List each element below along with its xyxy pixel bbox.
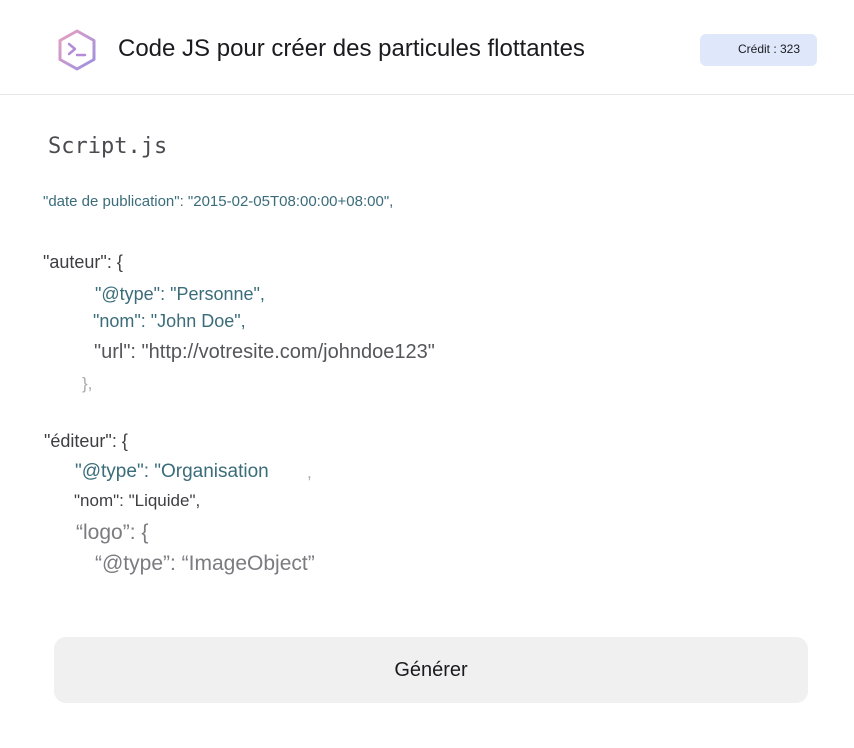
code-line: “@type”: “ImageObject”: [95, 552, 315, 575]
code-line: “logo”: {: [76, 521, 149, 544]
code-line: ,: [307, 463, 312, 482]
code-line: "@type": "Personne",: [95, 284, 265, 304]
code-line: "éditeur": {: [44, 431, 128, 451]
file-name: Script.js: [48, 134, 168, 159]
code-line: },: [82, 374, 93, 393]
code-line: "url": "http://votresite.com/johndoe123": [94, 341, 435, 363]
code-line: "auteur": {: [43, 252, 123, 272]
terminal-prompt-icon: [58, 29, 96, 71]
page-title: Code JS pour créer des particules flotta…: [118, 35, 585, 62]
code-line: "nom": "John Doe",: [93, 311, 246, 331]
app-header: Code JS pour créer des particules flotta…: [0, 0, 854, 95]
code-line: "nom": "Liquide",: [74, 491, 201, 510]
generate-button[interactable]: Générer: [54, 637, 808, 703]
credit-badge: Crédit : 323: [700, 34, 817, 66]
code-line: "@type": "Organisation: [75, 461, 269, 482]
code-line: "date de publication": "2015-02-05T08:00…: [43, 193, 394, 210]
